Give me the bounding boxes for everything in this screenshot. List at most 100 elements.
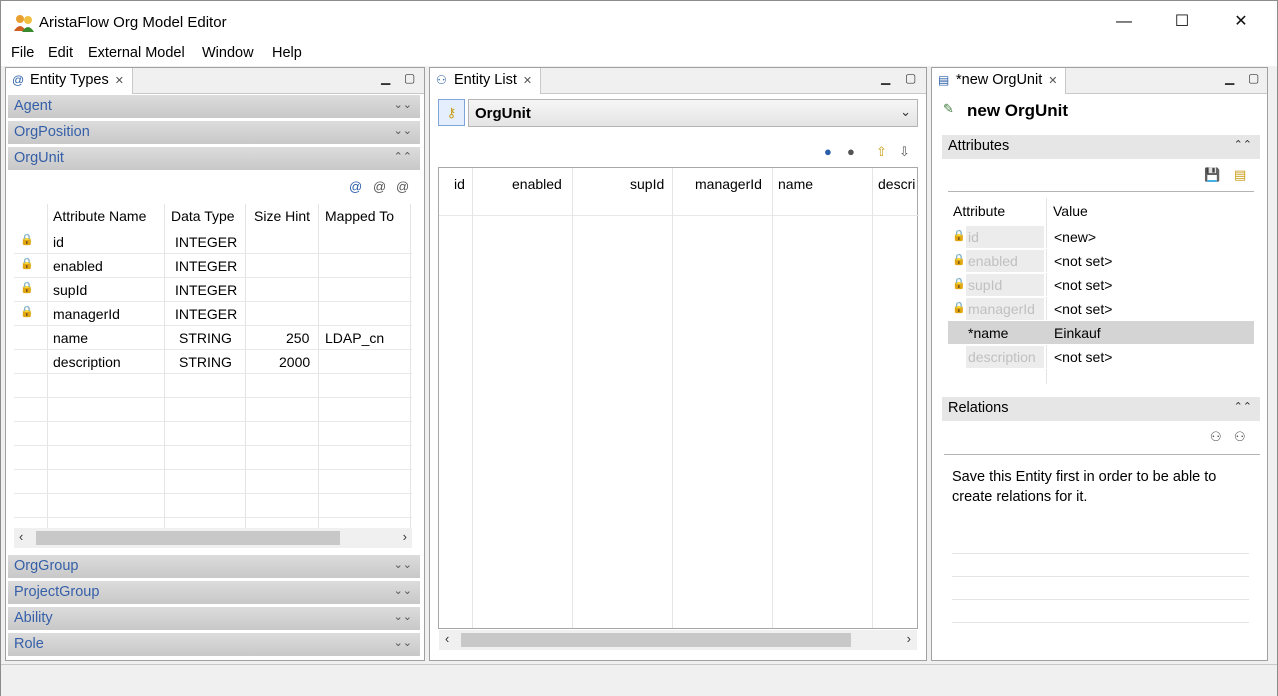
maximize-view-icon[interactable]: ▢ xyxy=(1248,71,1259,85)
table-row[interactable] xyxy=(14,494,412,518)
attributes-section-header[interactable]: Attributes ⌃⌃ xyxy=(942,135,1260,159)
delete-attribute-icon[interactable]: @ xyxy=(396,179,409,194)
col-mapped-to[interactable]: Mapped To xyxy=(325,208,394,224)
attribute-row[interactable]: 🔒 enabled <not set> xyxy=(948,249,1254,273)
foreign-key-icon: 🔒 xyxy=(952,278,966,290)
entity-type-select-value: OrgUnit xyxy=(475,105,531,122)
table-row[interactable]: description STRING 2000 xyxy=(14,350,412,374)
delete-entity-icon[interactable]: ● xyxy=(847,144,855,159)
menu-file[interactable]: File xyxy=(11,45,34,61)
col-data-type[interactable]: Data Type xyxy=(171,208,235,224)
add-attribute-icon[interactable]: @ xyxy=(349,179,362,194)
table-row[interactable]: 🔒 managerId INTEGER xyxy=(14,302,412,326)
table-row[interactable] xyxy=(14,470,412,494)
attribute-row[interactable]: 🔒 id <new> xyxy=(948,225,1254,249)
table-row[interactable]: 🔒 supId INTEGER xyxy=(14,278,412,302)
scrollbar-thumb[interactable] xyxy=(36,531,340,545)
column-divider xyxy=(772,168,773,628)
attribute-row[interactable]: 🔒 managerId <not set> xyxy=(948,297,1254,321)
attribute-row-selected[interactable]: *name Einkauf xyxy=(948,321,1254,345)
maximize-view-icon[interactable]: ▢ xyxy=(404,71,415,85)
minimize-view-icon[interactable]: ▁ xyxy=(381,71,390,85)
reset-icon[interactable]: ▤ xyxy=(1234,167,1246,183)
table-row[interactable]: name STRING 250 LDAP_cn xyxy=(14,326,412,350)
attribute-table-scrollbar[interactable]: ‹ › xyxy=(14,528,412,548)
minimize-button[interactable]: — xyxy=(1109,9,1139,35)
relations-section-header[interactable]: Relations ⌃⌃ xyxy=(942,397,1260,421)
maximize-view-icon[interactable]: ▢ xyxy=(905,71,916,85)
group-orgposition[interactable]: OrgPosition ⌄⌄ xyxy=(8,121,420,145)
title-bar: AristaFlow Org Model Editor — ☐ ✕ xyxy=(0,0,1278,42)
col-name[interactable]: name xyxy=(778,176,813,192)
scroll-right-icon[interactable]: › xyxy=(907,631,911,646)
close-window-button[interactable]: ✕ xyxy=(1226,9,1256,35)
group-agent-label: Agent xyxy=(14,98,52,114)
primary-key-icon: 🔒 xyxy=(952,230,966,242)
export-icon[interactable]: ⇩ xyxy=(899,144,910,160)
close-tab-icon[interactable]: ✕ xyxy=(523,75,532,87)
attribute-value[interactable]: <not set> xyxy=(1054,349,1112,365)
add-relation-icon[interactable]: ⚇ xyxy=(1210,429,1222,445)
minimize-view-icon[interactable]: ▁ xyxy=(881,71,890,85)
close-tab-icon[interactable]: ✕ xyxy=(1048,75,1057,87)
remove-relation-icon[interactable]: ⚇ xyxy=(1234,429,1246,445)
col-enabled[interactable]: enabled xyxy=(512,176,562,192)
attribute-value[interactable]: <not set> xyxy=(1054,301,1112,317)
group-orggroup[interactable]: OrgGroup ⌄⌄ xyxy=(8,555,420,579)
tab-entity-list[interactable]: ⚇ Entity List ✕ xyxy=(430,68,542,94)
menu-help[interactable]: Help xyxy=(272,45,302,61)
attr-type: INTEGER xyxy=(175,258,238,274)
entity-table-scrollbar[interactable]: ‹ › xyxy=(439,630,917,650)
scrollbar-thumb[interactable] xyxy=(461,633,851,647)
menu-bar: File Edit External Model Window Help xyxy=(0,42,1278,66)
tab-entity-types[interactable]: @ Entity Types ✕ xyxy=(6,68,133,94)
menu-edit[interactable]: Edit xyxy=(48,45,73,61)
table-row[interactable] xyxy=(14,446,412,470)
group-projectgroup[interactable]: ProjectGroup ⌄⌄ xyxy=(8,581,420,605)
group-role[interactable]: Role ⌄⌄ xyxy=(8,633,420,657)
import-icon[interactable]: ⇧ xyxy=(876,144,887,160)
attribute-value[interactable]: <new> xyxy=(1054,229,1096,245)
save-icon[interactable]: 💾 xyxy=(1204,167,1220,183)
col-supid[interactable]: supId xyxy=(630,176,664,192)
attribute-key: description xyxy=(968,349,1036,365)
col-attribute-name[interactable]: Attribute Name xyxy=(53,208,146,224)
attribute-row[interactable]: description <not set> xyxy=(948,345,1254,369)
menu-window[interactable]: Window xyxy=(202,45,254,61)
foreign-key-icon: 🔒 xyxy=(20,282,34,294)
scroll-left-icon[interactable]: ‹ xyxy=(445,631,449,646)
attr-name: managerId xyxy=(53,306,120,322)
col-id[interactable]: id xyxy=(454,176,465,192)
maximize-button[interactable]: ☐ xyxy=(1167,9,1197,35)
attribute-value[interactable]: <not set> xyxy=(1054,277,1112,293)
edit-attribute-icon[interactable]: @ xyxy=(373,179,386,194)
menu-external-model[interactable]: External Model xyxy=(88,45,185,61)
lock-icon: 🔒 xyxy=(20,258,34,270)
table-row[interactable] xyxy=(14,398,412,422)
table-row[interactable] xyxy=(14,374,412,398)
close-tab-icon[interactable]: ✕ xyxy=(115,75,124,87)
attribute-value[interactable]: Einkauf xyxy=(1054,325,1101,341)
col-attribute[interactable]: Attribute xyxy=(953,203,1005,219)
new-entity-icon[interactable]: ● xyxy=(824,144,832,159)
col-managerid[interactable]: managerId xyxy=(695,176,762,192)
attribute-value[interactable]: <not set> xyxy=(1054,253,1112,269)
attribute-row[interactable]: 🔒 supId <not set> xyxy=(948,273,1254,297)
scroll-left-icon[interactable]: ‹ xyxy=(19,529,23,544)
group-ability[interactable]: Ability ⌄⌄ xyxy=(8,607,420,631)
attribute-key: *name xyxy=(968,325,1009,341)
col-value[interactable]: Value xyxy=(1053,203,1088,219)
group-orgunit[interactable]: OrgUnit ⌃⌃ xyxy=(8,147,420,171)
scroll-right-icon[interactable]: › xyxy=(403,529,407,544)
col-size-hint[interactable]: Size Hint xyxy=(254,208,310,224)
tab-new-orgunit[interactable]: ▤ *new OrgUnit ✕ xyxy=(932,68,1067,94)
table-row[interactable] xyxy=(14,422,412,446)
entity-type-select[interactable]: OrgUnit ⌄ xyxy=(468,99,918,127)
minimize-view-icon[interactable]: ▁ xyxy=(1225,71,1234,85)
table-row[interactable]: 🔒 enabled INTEGER xyxy=(14,254,412,278)
table-row[interactable]: 🔒 id INTEGER xyxy=(14,230,412,254)
attr-type: STRING xyxy=(179,354,232,370)
group-agent[interactable]: Agent ⌄⌄ xyxy=(8,95,420,119)
col-description[interactable]: descri xyxy=(878,176,915,192)
attribute-key: id xyxy=(968,229,979,245)
